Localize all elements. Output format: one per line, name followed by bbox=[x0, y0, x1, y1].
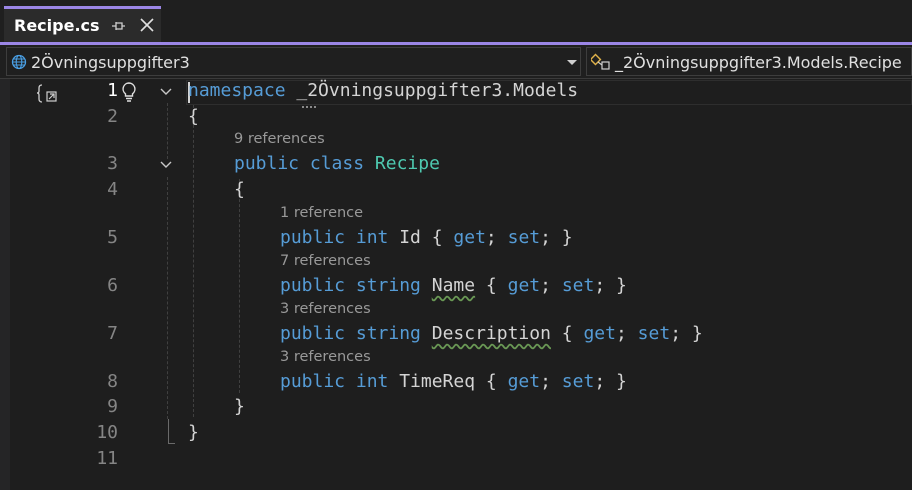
keyword: public string bbox=[280, 275, 421, 296]
codelens-references[interactable]: 9 references bbox=[234, 131, 325, 147]
punctuation: ; bbox=[485, 227, 508, 248]
punctuation: ; bbox=[540, 275, 562, 296]
document-tab-strip: Recipe.cs bbox=[0, 0, 912, 42]
punctuation: ; } bbox=[540, 227, 573, 248]
line-number: 6 bbox=[107, 275, 118, 296]
keyword: get bbox=[507, 275, 541, 296]
chevron-down-icon[interactable] bbox=[567, 60, 577, 65]
code-line: { bbox=[234, 179, 245, 200]
tab-recipe-cs[interactable]: Recipe.cs bbox=[4, 6, 161, 42]
class-name: Recipe bbox=[374, 153, 440, 174]
fold-end-bracket bbox=[168, 419, 175, 444]
line-number: 4 bbox=[107, 179, 118, 200]
chevron-down-icon[interactable] bbox=[158, 157, 174, 173]
indent-guide bbox=[239, 179, 240, 393]
keyword: get bbox=[583, 323, 616, 344]
code-snippet-icon[interactable] bbox=[36, 83, 60, 105]
globe-icon bbox=[11, 54, 27, 70]
code-line: { bbox=[188, 106, 199, 127]
suggestion-dots bbox=[302, 106, 316, 108]
code-line: public class Recipe bbox=[234, 153, 440, 174]
codelens-references[interactable]: 3 references bbox=[280, 349, 371, 365]
namespace-name: _2Övningsuppgifter3.Models bbox=[285, 80, 579, 101]
fold-guide bbox=[167, 177, 168, 419]
close-icon[interactable] bbox=[139, 17, 155, 33]
property-name: Description bbox=[431, 323, 551, 344]
codelens-references[interactable]: 3 references bbox=[280, 301, 371, 317]
line-number: 5 bbox=[107, 227, 118, 248]
keyword: set bbox=[507, 227, 541, 248]
code-line: } bbox=[188, 422, 199, 443]
keyword: get bbox=[507, 371, 541, 392]
punctuation: ; bbox=[540, 371, 562, 392]
project-dropdown[interactable]: 2Övningsuppgifter3 bbox=[6, 47, 581, 76]
code-line: public string Name { get; set; } bbox=[280, 275, 627, 296]
code-editor[interactable]: 1 2 3 4 5 6 7 8 9 10 11 namespace _2Övni… bbox=[0, 79, 912, 490]
keyword: set bbox=[561, 275, 595, 296]
line-number: 11 bbox=[96, 448, 118, 469]
keyword: get bbox=[453, 227, 486, 248]
indent-guide bbox=[193, 105, 194, 417]
codelens-references[interactable]: 1 reference bbox=[280, 205, 363, 221]
punctuation: ; } bbox=[670, 323, 703, 344]
line-number: 2 bbox=[107, 106, 118, 127]
line-number: 9 bbox=[107, 396, 118, 417]
type-label: _2Övningsuppgifter3.Models.Recipe bbox=[615, 53, 902, 72]
line-number: 7 bbox=[107, 323, 118, 344]
punctuation: ; } bbox=[594, 371, 627, 392]
property-name: TimeReq { bbox=[388, 371, 508, 392]
line-number: 3 bbox=[107, 153, 118, 174]
property-name: Name bbox=[431, 275, 476, 296]
keyword: public class bbox=[234, 153, 365, 174]
chevron-down-icon[interactable] bbox=[158, 84, 174, 100]
punctuation: ; } bbox=[594, 275, 627, 296]
line-number: 8 bbox=[107, 371, 118, 392]
pin-icon[interactable] bbox=[110, 18, 126, 34]
tab-title: Recipe.cs bbox=[14, 16, 100, 35]
type-dropdown[interactable]: _2Övningsuppgifter3.Models.Recipe bbox=[586, 47, 912, 76]
line-number: 1 bbox=[107, 80, 118, 101]
punctuation: ; bbox=[615, 323, 638, 344]
code-line: } bbox=[234, 396, 245, 417]
code-line: public int TimeReq { get; set; } bbox=[280, 371, 627, 392]
keyword: set bbox=[637, 323, 671, 344]
fold-guide bbox=[167, 103, 168, 159]
navigation-bar: 2Övningsuppgifter3 _2Övningsuppgifter3.M… bbox=[0, 45, 912, 79]
keyword: public int bbox=[280, 227, 389, 248]
codelens-references[interactable]: 7 references bbox=[280, 253, 371, 269]
code-line: public int Id { get; set; } bbox=[280, 227, 573, 248]
left-margin bbox=[0, 79, 10, 490]
code-line: namespace _2Övningsuppgifter3.Models bbox=[188, 80, 578, 101]
project-label: 2Övningsuppgifter3 bbox=[31, 53, 190, 72]
keyword: namespace bbox=[188, 80, 286, 101]
punctuation: { bbox=[475, 275, 508, 296]
property-name: Id { bbox=[388, 227, 454, 248]
code-line: public string Description { get; set; } bbox=[280, 323, 703, 344]
keyword: public string bbox=[280, 323, 421, 344]
keyword: set bbox=[561, 371, 595, 392]
class-icon bbox=[591, 53, 610, 70]
line-number: 10 bbox=[96, 422, 118, 443]
punctuation: { bbox=[550, 323, 584, 344]
keyword: public int bbox=[280, 371, 389, 392]
lightbulb-icon[interactable] bbox=[120, 81, 138, 103]
